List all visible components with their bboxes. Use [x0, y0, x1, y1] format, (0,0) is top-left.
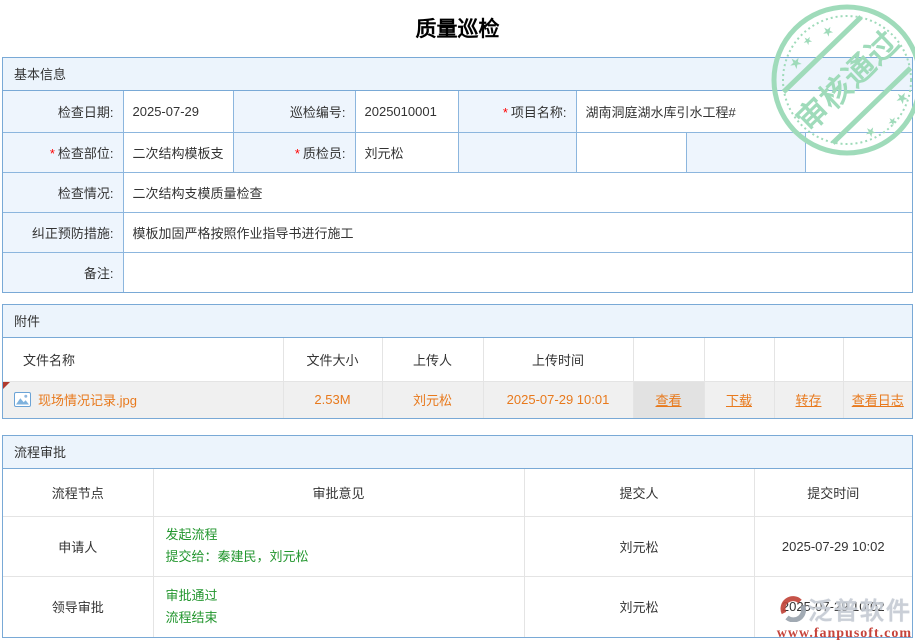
col-file-size: 文件大小	[283, 338, 382, 381]
transfer-action-cell[interactable]: 转存	[774, 381, 843, 418]
file-name-cell: 现场情况记录.jpg	[3, 381, 283, 418]
check-date-label-text: 检查日期:	[58, 105, 114, 120]
opinion-line: 发起流程	[166, 524, 512, 546]
col-upload-time: 上传时间	[483, 338, 633, 381]
download-link[interactable]: 下载	[726, 393, 752, 408]
page-title: 质量巡检	[0, 0, 915, 57]
col-submit-time: 提交时间	[754, 469, 912, 516]
opinion-line: 流程结束	[166, 607, 512, 629]
col-uploader: 上传人	[382, 338, 483, 381]
col-submitter: 提交人	[524, 469, 754, 516]
measures-label-text: 纠正预防措施:	[32, 226, 114, 241]
required-asterisk: *	[295, 146, 300, 161]
attachment-row: 现场情况记录.jpg 2.53M 刘元松 2025-07-29 10:01 查看…	[3, 381, 912, 418]
remark-label-text: 备注:	[84, 266, 114, 281]
check-part-label-text: 检查部位:	[58, 146, 114, 161]
view-log-link[interactable]: 查看日志	[852, 393, 904, 408]
col-action-empty	[774, 338, 843, 381]
attachments-panel: 附件 文件名称 文件大小 上传人 上传时间	[2, 304, 913, 419]
situation-label-text: 检查情况:	[58, 186, 114, 201]
opinion-line: 审批通过	[166, 585, 512, 607]
uploader-cell: 刘元松	[382, 381, 483, 418]
col-action-empty	[843, 338, 912, 381]
measures-label: 纠正预防措施:	[3, 212, 123, 252]
empty-value-cell	[805, 132, 912, 172]
transfer-link[interactable]: 转存	[795, 393, 821, 408]
basic-info-row-3: 检查情况: 二次结构支模质量检查	[3, 172, 912, 212]
approval-header-row: 流程节点 审批意见 提交人 提交时间	[3, 469, 912, 516]
approval-panel: 流程审批 流程节点 审批意见 提交人 提交时间 申请人 发起流程 提交给：秦建民…	[2, 435, 913, 638]
view-action-cell[interactable]: 查看	[633, 381, 704, 418]
required-asterisk: *	[503, 105, 508, 120]
attachments-section-title: 附件	[3, 305, 912, 338]
patrol-no-label: 巡检编号:	[233, 91, 355, 132]
project-name-value: 湖南洞庭湖水库引水工程#	[576, 91, 912, 132]
basic-info-row-5: 备注:	[3, 252, 912, 292]
basic-info-row-4: 纠正预防措施: 模板加固严格按照作业指导书进行施工	[3, 212, 912, 252]
inspector-label-text: 质检员:	[303, 146, 346, 161]
submitter-cell: 刘元松	[524, 576, 754, 637]
remark-value	[123, 252, 912, 292]
opinion-line: 提交给：秦建民，刘元松	[166, 546, 512, 568]
download-action-cell[interactable]: 下载	[704, 381, 774, 418]
attachments-table: 文件名称 文件大小 上传人 上传时间 现场情况记录.jpg	[3, 338, 912, 418]
view-log-action-cell[interactable]: 查看日志	[843, 381, 912, 418]
flow-node-cell: 申请人	[3, 516, 153, 576]
patrol-no-label-text: 巡检编号:	[290, 105, 346, 120]
opinion-cell: 发起流程 提交给：秦建民，刘元松	[153, 516, 524, 576]
image-file-icon	[14, 392, 31, 407]
approval-row: 申请人 发起流程 提交给：秦建民，刘元松 刘元松 2025-07-29 10:0…	[3, 516, 912, 576]
patrol-no-value: 2025010001	[355, 91, 458, 132]
attachments-header-row: 文件名称 文件大小 上传人 上传时间	[3, 338, 912, 381]
basic-info-row-1: 检查日期: 2025-07-29 巡检编号: 2025010001 *项目名称:…	[3, 91, 912, 132]
situation-value: 二次结构支模质量检查	[123, 172, 912, 212]
approval-section-title: 流程审批	[3, 436, 912, 469]
basic-info-row-2: *检查部位: 二次结构模板支 *质检员: 刘元松	[3, 132, 912, 172]
check-date-label: 检查日期:	[3, 91, 123, 132]
submit-time-cell: 2025-07-29 10:02	[754, 516, 912, 576]
project-name-label: *项目名称:	[458, 91, 576, 132]
basic-info-section-title: 基本信息	[3, 58, 912, 91]
opinion-cell: 审批通过 流程结束	[153, 576, 524, 637]
col-approval-opinion: 审批意见	[153, 469, 524, 516]
check-date-value: 2025-07-29	[123, 91, 233, 132]
approval-table: 流程节点 审批意见 提交人 提交时间 申请人 发起流程 提交给：秦建民，刘元松 …	[3, 469, 912, 637]
col-action-empty	[633, 338, 704, 381]
col-file-name: 文件名称	[3, 338, 283, 381]
empty-label-cell	[686, 132, 805, 172]
upload-time-cell: 2025-07-29 10:01	[483, 381, 633, 418]
measures-value: 模板加固严格按照作业指导书进行施工	[123, 212, 912, 252]
corner-marker-icon	[3, 382, 10, 389]
check-part-value: 二次结构模板支	[123, 132, 233, 172]
inspector-value: 刘元松	[355, 132, 458, 172]
remark-label: 备注:	[3, 252, 123, 292]
attachment-file-link[interactable]: 现场情况记录.jpg	[38, 390, 137, 409]
empty-value-cell	[576, 132, 686, 172]
col-flow-node: 流程节点	[3, 469, 153, 516]
project-name-label-text: 项目名称:	[511, 105, 567, 120]
file-size-cell: 2.53M	[283, 381, 382, 418]
check-part-label: *检查部位:	[3, 132, 123, 172]
approval-row: 领导审批 审批通过 流程结束 刘元松 2025-07-29 10:02	[3, 576, 912, 637]
basic-info-panel: 基本信息 检查日期: 2025-07-29 巡检编号: 2025010001 *…	[2, 57, 913, 293]
situation-label: 检查情况:	[3, 172, 123, 212]
inspector-label: *质检员:	[233, 132, 355, 172]
submitter-cell: 刘元松	[524, 516, 754, 576]
required-asterisk: *	[50, 146, 55, 161]
col-action-empty	[704, 338, 774, 381]
view-link[interactable]: 查看	[655, 393, 681, 408]
basic-info-table: 检查日期: 2025-07-29 巡检编号: 2025010001 *项目名称:…	[3, 91, 912, 292]
submit-time-cell: 2025-07-29 10:02	[754, 576, 912, 637]
flow-node-cell: 领导审批	[3, 576, 153, 637]
empty-label-cell	[458, 132, 576, 172]
